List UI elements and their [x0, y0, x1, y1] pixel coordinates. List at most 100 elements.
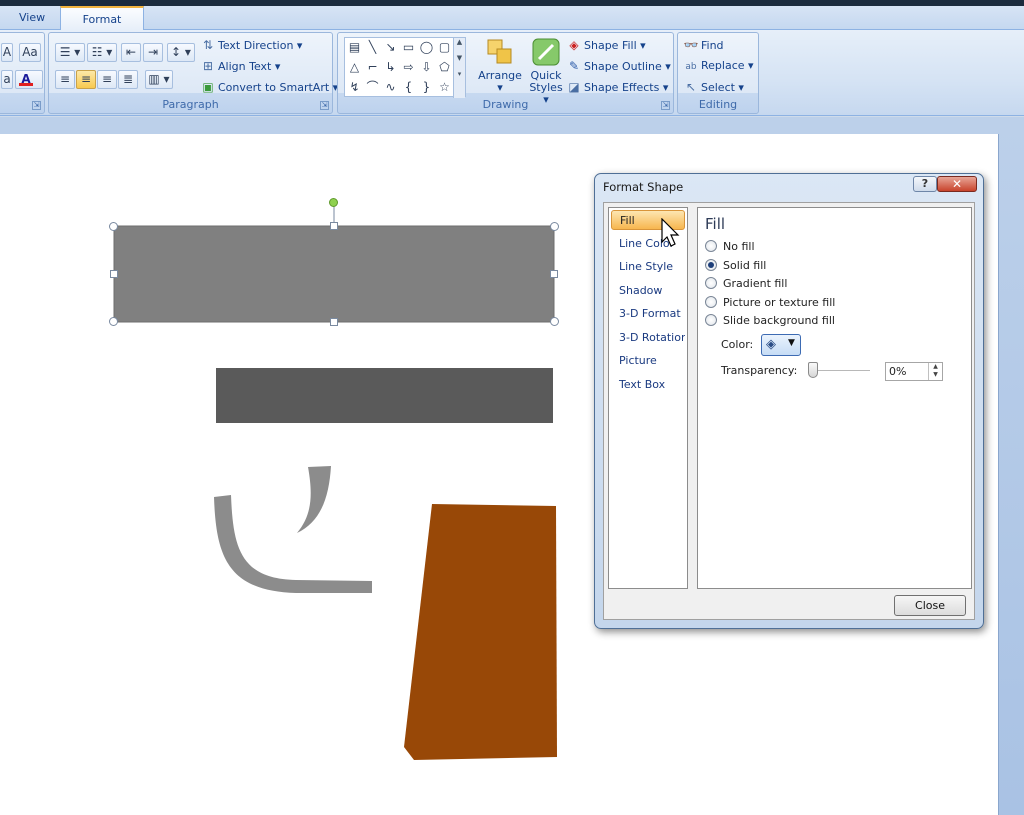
help-button[interactable]: ? — [913, 176, 937, 192]
shape-outline-button[interactable]: ✎ Shape Outline ▾ — [566, 57, 671, 75]
font-group-partial: A Aa a A ⇲ — [0, 32, 45, 114]
rotation-handle[interactable] — [329, 198, 338, 207]
resize-handle-right[interactable] — [550, 270, 558, 278]
resize-handle-top-right[interactable] — [550, 222, 559, 231]
font-size-icon: A — [2, 45, 12, 59]
line-spacing-button[interactable]: ↕ ▾ — [167, 43, 195, 62]
align-right-button[interactable]: ≡ — [97, 70, 117, 89]
brown-trapezoid-shape[interactable] — [404, 504, 557, 760]
rectangle-shape-icon[interactable]: ▭ — [399, 38, 418, 57]
transparency-label: Transparency: — [721, 364, 798, 377]
resize-handle-bottom-right[interactable] — [550, 317, 559, 326]
gradient-fill-radio[interactable] — [705, 277, 717, 289]
font-color-button[interactable]: A — [15, 70, 43, 89]
arrow-line-shape-icon[interactable]: ↘ — [381, 38, 400, 57]
tab-format[interactable]: Format — [60, 6, 144, 31]
solid-fill-option[interactable]: Solid fill — [705, 258, 766, 274]
font-button-partial[interactable]: a — [1, 70, 13, 89]
gray-tip-shape[interactable] — [297, 466, 331, 533]
slide-background-fill-radio[interactable] — [705, 314, 717, 326]
close-button[interactable]: Close — [894, 595, 966, 616]
select-cursor-icon: ↖ — [685, 80, 697, 94]
slide-background-fill-option[interactable]: Slide background fill — [705, 313, 835, 329]
arrange-button[interactable]: Arrange ▾ — [478, 37, 522, 99]
align-right-icon: ≡ — [101, 72, 113, 86]
right-arrow-shape-icon[interactable]: ⇨ — [399, 58, 418, 77]
elbow-connector-shape-icon[interactable]: ⌐ — [363, 58, 382, 77]
shape-fill-button[interactable]: ◈ Shape Fill ▾ — [566, 36, 645, 54]
mouse-cursor-icon — [661, 218, 680, 247]
paragraph-dialog-launcher[interactable]: ⇲ — [320, 101, 329, 110]
justify-button[interactable]: ≣ — [118, 70, 138, 89]
curved-arrow-shape-icon[interactable]: ↯ — [345, 78, 364, 97]
binoculars-icon: 👓 — [683, 38, 699, 52]
panel-title: Fill — [705, 215, 726, 233]
quick-styles-button[interactable]: Quick Styles ▾ — [526, 37, 566, 106]
freeform-shape-icon[interactable]: ⬠ — [435, 58, 454, 77]
left-brace-shape-icon[interactable]: { — [399, 78, 418, 97]
increase-indent-button[interactable]: ⇥ — [143, 43, 163, 62]
picture-texture-fill-radio[interactable] — [705, 296, 717, 308]
curve-shape-icon[interactable]: ∿ — [381, 78, 400, 97]
font-dialog-launcher[interactable]: ⇲ — [32, 101, 41, 110]
arc-shape-icon[interactable]: ⌒ — [363, 78, 382, 97]
numbering-button[interactable]: ☷ ▾ — [87, 43, 117, 62]
textbox-shape-icon[interactable]: ▤ — [345, 38, 364, 57]
nav-item-text-box[interactable]: Text Box — [611, 375, 685, 395]
decrease-indent-button[interactable]: ⇤ — [121, 43, 141, 62]
picture-texture-fill-option[interactable]: Picture or texture fill — [705, 295, 835, 311]
font-size-button[interactable]: A — [1, 43, 13, 62]
nav-item-shadow[interactable]: Shadow — [611, 281, 685, 301]
resize-handle-bottom-left[interactable] — [109, 317, 118, 326]
dark-gray-rectangle[interactable] — [216, 368, 553, 423]
find-button[interactable]: 👓 Find — [683, 36, 724, 54]
resize-handle-bottom[interactable] — [330, 318, 338, 326]
right-brace-shape-icon[interactable]: } — [417, 78, 436, 97]
color-picker-button[interactable]: ◈ ▼ — [761, 334, 801, 356]
numbering-icon: ☷ ▾ — [91, 45, 113, 59]
align-text-button[interactable]: ⊞ Align Text ▾ — [200, 57, 280, 75]
select-button[interactable]: ↖ Select ▾ — [683, 78, 744, 96]
drawing-dialog-launcher[interactable]: ⇲ — [661, 101, 670, 110]
replace-icon: ab — [685, 62, 697, 72]
dialog-title: Format Shape — [603, 180, 684, 194]
align-center-button[interactable]: ≡ — [76, 70, 96, 89]
triangle-shape-icon[interactable]: △ — [345, 58, 364, 77]
no-fill-option[interactable]: No fill — [705, 239, 755, 255]
dialog-close-x-button[interactable]: ✕ — [937, 176, 977, 192]
resize-handle-left[interactable] — [110, 270, 118, 278]
line-shape-icon[interactable]: ╲ — [363, 38, 382, 57]
tab-view[interactable]: View — [5, 6, 59, 30]
nav-item-3d-rotation[interactable]: 3-D Rotation — [611, 328, 685, 348]
replace-button[interactable]: ab Replace ▾ — [683, 57, 753, 75]
selected-gray-rectangle[interactable] — [113, 225, 555, 323]
nav-item-picture[interactable]: Picture — [611, 351, 685, 371]
nav-item-3d-format[interactable]: 3-D Format — [611, 304, 685, 324]
transparency-spinner[interactable]: ▲ ▼ — [928, 363, 942, 380]
shape-effects-button[interactable]: ◪ Shape Effects ▾ — [566, 78, 668, 96]
align-center-icon: ≡ — [80, 72, 92, 86]
resize-handle-top-left[interactable] — [109, 222, 118, 231]
shapes-gallery-scroll[interactable]: ▲ ▼ ▾ — [453, 38, 465, 98]
curved-gray-shape[interactable] — [214, 495, 372, 593]
down-arrow-shape-icon[interactable]: ⇩ — [417, 58, 436, 77]
bullets-button[interactable]: ☰ ▾ — [55, 43, 85, 62]
convert-smartart-button[interactable]: ▣ Convert to SmartArt ▾ — [200, 78, 338, 96]
transparency-slider-thumb[interactable] — [808, 362, 818, 378]
star-shape-icon[interactable]: ☆ — [435, 78, 454, 97]
align-left-button[interactable]: ≡ — [55, 70, 75, 89]
columns-button[interactable]: ▥ ▾ — [145, 70, 173, 89]
no-fill-radio[interactable] — [705, 240, 717, 252]
nav-item-line-style[interactable]: Line Style — [611, 257, 685, 277]
solid-fill-radio[interactable] — [705, 259, 717, 271]
oval-shape-icon[interactable]: ◯ — [417, 38, 436, 57]
columns-icon: ▥ ▾ — [148, 72, 170, 86]
change-case-button[interactable]: Aa — [19, 43, 41, 62]
shapes-gallery[interactable]: ▤ ╲ ↘ ▭ ◯ ▢ △ ⌐ ↳ ⇨ ⇩ ⬠ ↯ ⌒ ∿ { } ☆ ▲ ▼ ▾ — [344, 37, 466, 98]
rounded-rect-shape-icon[interactable]: ▢ — [435, 38, 454, 57]
elbow-arrow-shape-icon[interactable]: ↳ — [381, 58, 400, 77]
shape-effects-icon: ◪ — [568, 80, 580, 94]
resize-handle-top[interactable] — [330, 222, 338, 230]
gradient-fill-option[interactable]: Gradient fill — [705, 276, 787, 292]
text-direction-button[interactable]: ⇅ Text Direction ▾ — [200, 36, 303, 54]
